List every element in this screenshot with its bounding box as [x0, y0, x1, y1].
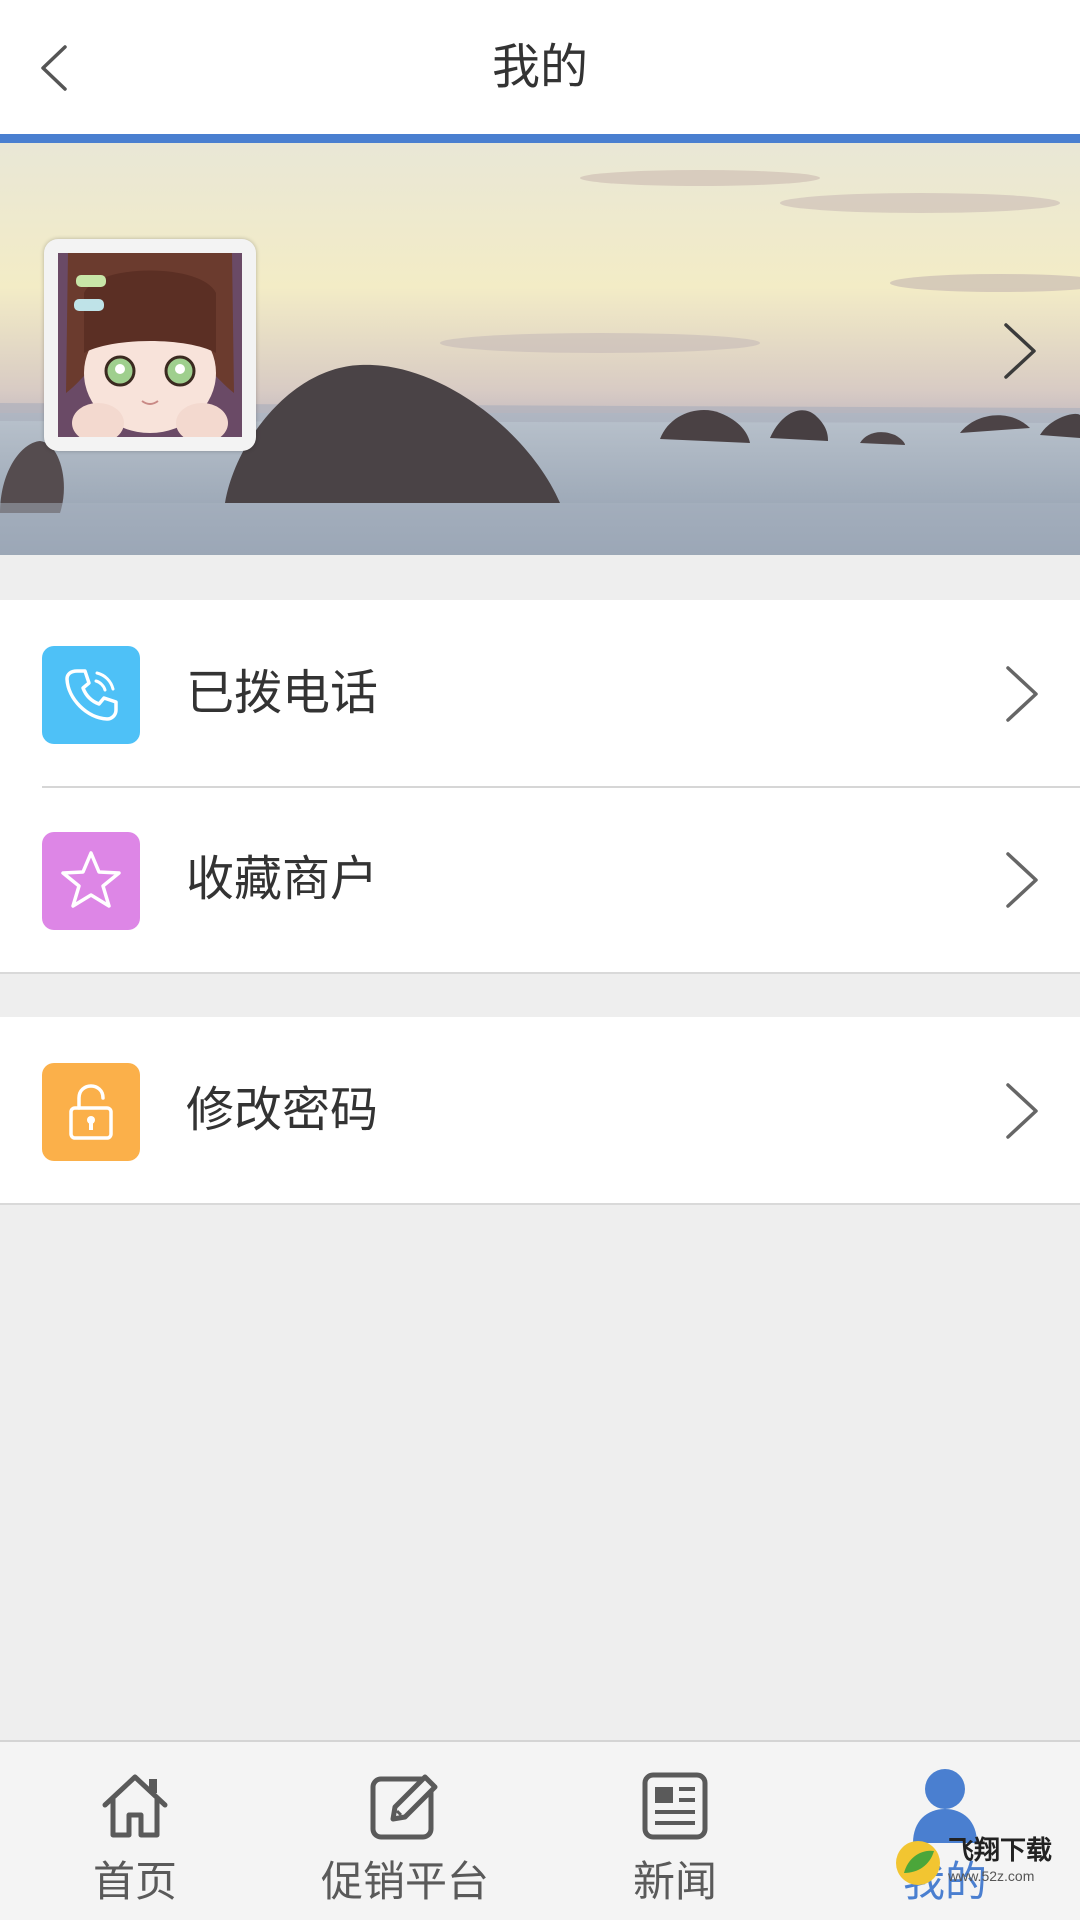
- menu-group-2: 修改密码: [0, 1017, 1080, 1205]
- dialed-calls-row[interactable]: 已拨电话: [0, 600, 1080, 786]
- tab-promotions[interactable]: 促销平台: [270, 1742, 540, 1920]
- edit-icon: [370, 1774, 438, 1840]
- star-icon: [42, 832, 140, 930]
- favorite-merchants-row[interactable]: 收藏商户: [0, 786, 1080, 972]
- favorite-merchants-label: 收藏商户: [186, 851, 379, 907]
- chevron-right-icon: [1006, 666, 1038, 722]
- chevron-right-icon: [1006, 852, 1038, 908]
- menu-group-1: 已拨电话 收藏商户: [0, 600, 1080, 974]
- lock-icon: [42, 1063, 140, 1161]
- chevron-left-icon: [41, 45, 67, 91]
- tab-home-label: 首页: [92, 1857, 177, 1906]
- news-icon: [642, 1772, 708, 1840]
- tab-promotions-label: 促销平台: [320, 1857, 489, 1906]
- phone-icon: [42, 646, 140, 744]
- dialed-calls-label: 已拨电话: [186, 665, 379, 721]
- change-password-row[interactable]: 修改密码: [0, 1017, 1080, 1203]
- home-icon: [102, 1774, 168, 1838]
- avatar[interactable]: [44, 239, 256, 451]
- tab-news[interactable]: 新闻: [540, 1742, 810, 1920]
- tab-home[interactable]: 首页: [0, 1742, 270, 1920]
- top-nav-bar: 我的: [0, 0, 1080, 134]
- change-password-label: 修改密码: [186, 1082, 379, 1138]
- back-button[interactable]: [22, 36, 86, 100]
- chevron-right-icon: [1006, 1083, 1038, 1139]
- watermark-text: 飞翔下载: [948, 1835, 1053, 1865]
- profile-banner[interactable]: [0, 143, 1080, 555]
- tab-news-label: 新闻: [632, 1857, 717, 1906]
- avatar-image: [58, 253, 242, 437]
- watermark-logo: 飞翔下载 www.52z.com: [894, 1832, 1066, 1894]
- chevron-right-icon: [1004, 323, 1036, 379]
- page-title: 我的: [491, 39, 588, 95]
- watermark-url: www.52z.com: [948, 1868, 1035, 1884]
- header-accent-line: [0, 134, 1080, 143]
- leaf-logo-icon: [896, 1841, 940, 1885]
